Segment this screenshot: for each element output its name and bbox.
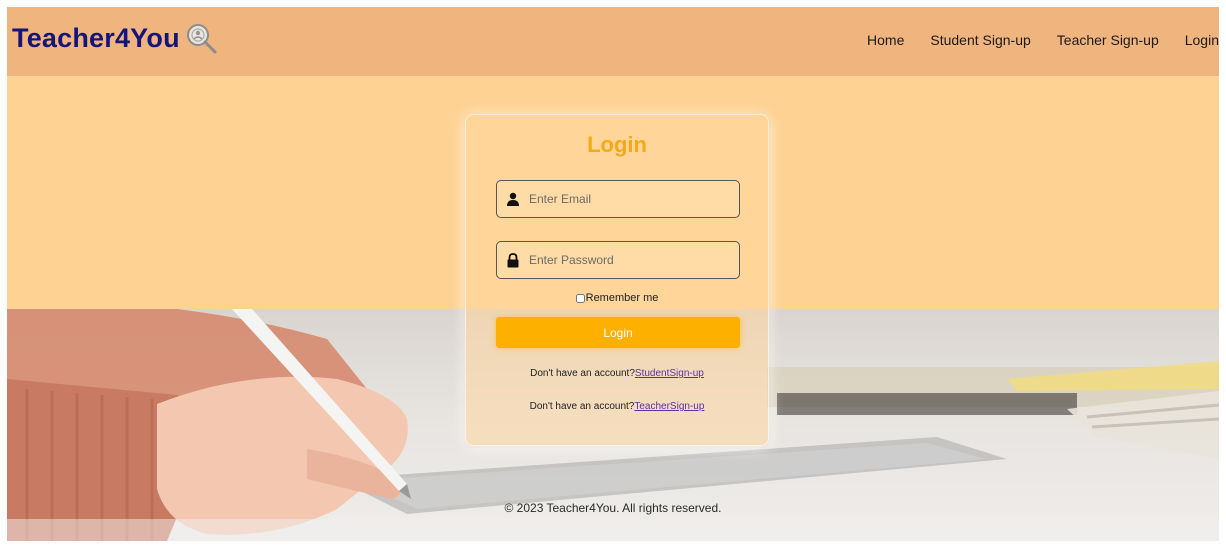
email-input[interactable]	[527, 191, 731, 207]
nav-teacher-signup[interactable]: Teacher Sign-up	[1057, 32, 1159, 48]
teacher-signup-prompt: Don't have an account?	[529, 401, 635, 412]
student-signup-line: Don't have an account?StudentSign-up	[466, 368, 768, 379]
brand-name: Teacher4You	[12, 22, 180, 53]
email-field-wrapper	[496, 180, 740, 218]
copyright-text: © 2023 Teacher4You. All rights reserved.	[504, 501, 722, 515]
remember-label: Remember me	[585, 292, 659, 304]
login-title: Login	[587, 132, 647, 157]
user-icon	[505, 191, 521, 207]
magnifier-logo-icon	[186, 24, 217, 54]
nav-links: Home Student Sign-up Teacher Sign-up Log…	[841, 32, 1219, 48]
brand-logo[interactable]: Teacher4You	[12, 21, 218, 55]
lock-icon	[505, 252, 521, 268]
nav-home[interactable]: Home	[867, 32, 904, 48]
login-button[interactable]: Login	[496, 317, 740, 348]
remember-row: Remember me	[466, 292, 768, 304]
password-input[interactable]	[527, 252, 731, 268]
student-signup-prompt: Don't have an account?	[530, 368, 635, 379]
teacher-signup-line: Don't have an account?TeacherSign-up	[466, 401, 768, 412]
login-card: Login Remember me Login	[465, 114, 769, 446]
teacher-signup-link[interactable]: TeacherSign-up	[634, 401, 704, 412]
page: Teacher4You Home Student Sign-up Teacher…	[7, 7, 1219, 541]
nav-student-signup[interactable]: Student Sign-up	[930, 32, 1030, 48]
nav-login[interactable]: Login	[1185, 32, 1219, 48]
student-signup-link[interactable]: StudentSign-up	[635, 368, 704, 379]
remember-checkbox[interactable]	[575, 293, 585, 303]
password-field-wrapper	[496, 241, 740, 279]
navbar: Teacher4You Home Student Sign-up Teacher…	[7, 7, 1219, 76]
